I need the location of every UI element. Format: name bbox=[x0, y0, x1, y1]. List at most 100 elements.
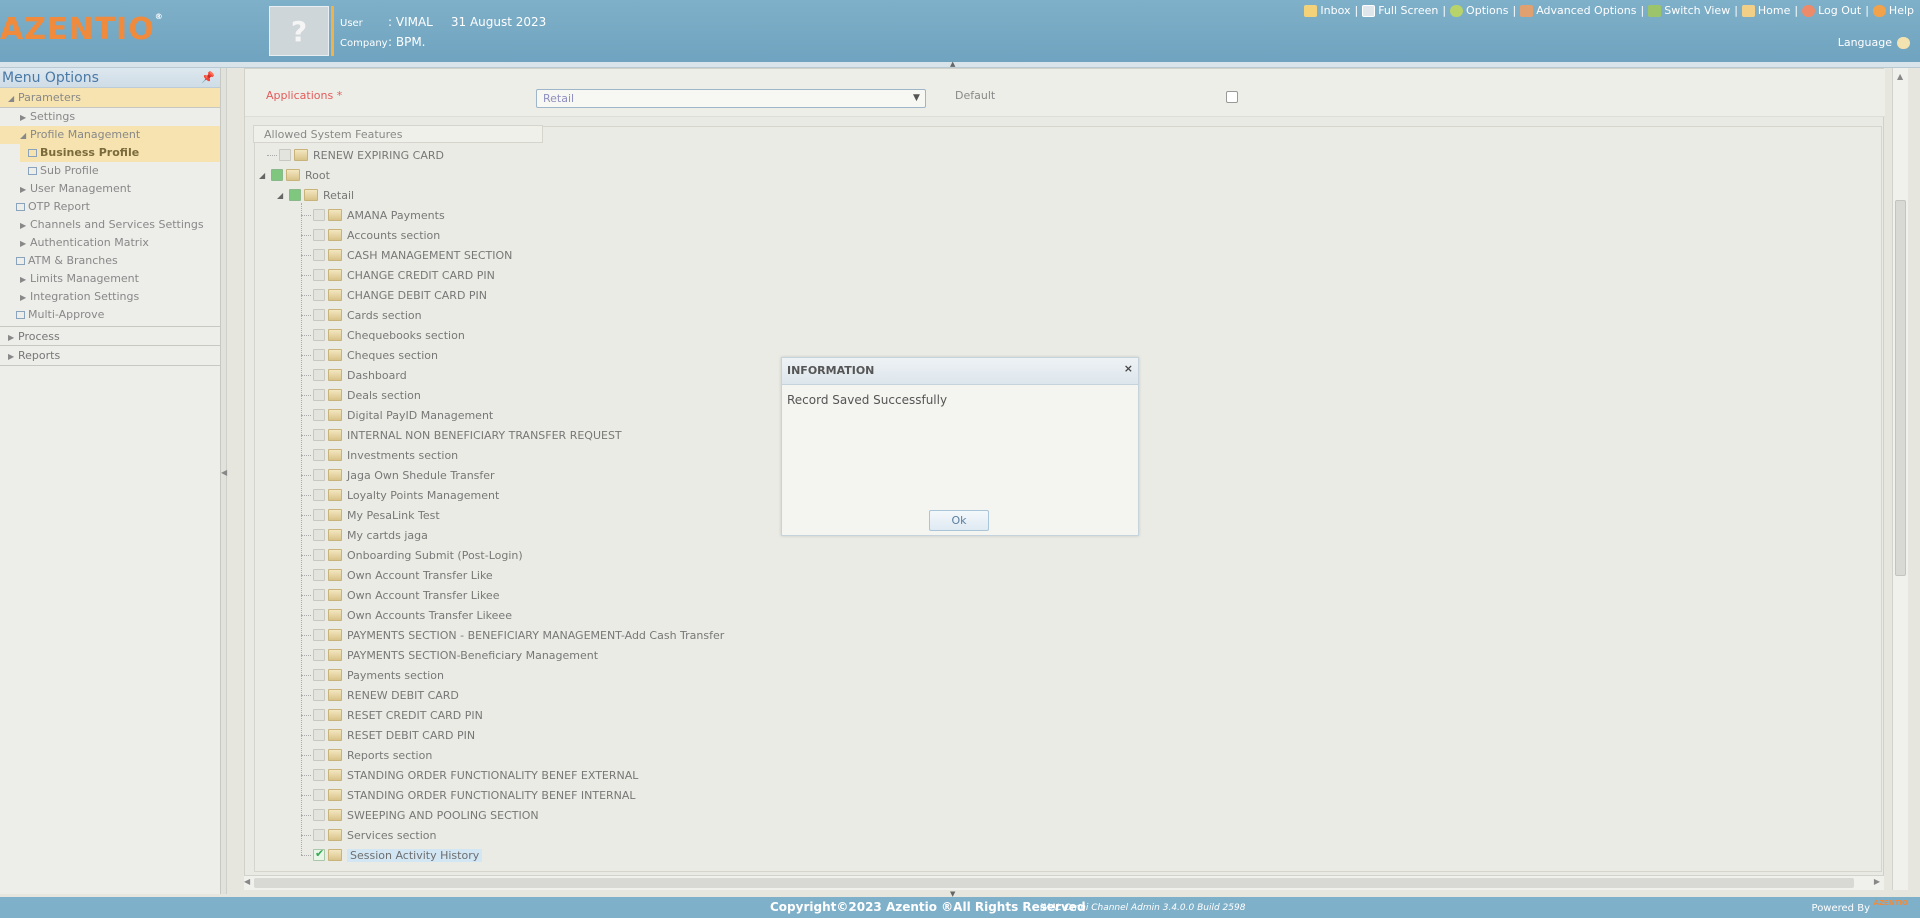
tree-node-feature[interactable]: RESET CREDIT CARD PIN bbox=[301, 707, 483, 723]
tree-node-root[interactable]: ◢ Root bbox=[259, 167, 330, 183]
tree-checkbox[interactable] bbox=[313, 649, 325, 661]
ok-button[interactable]: Ok bbox=[929, 510, 989, 531]
tree-checkbox[interactable] bbox=[313, 689, 325, 701]
tree-node-feature[interactable]: Investments section bbox=[301, 447, 458, 463]
tree-checkbox[interactable] bbox=[313, 249, 325, 261]
tree-checkbox[interactable] bbox=[313, 589, 325, 601]
pin-icon[interactable]: 📌 bbox=[201, 68, 215, 88]
sidebar-resize-handle[interactable]: ◀ bbox=[221, 68, 227, 894]
tree-node-retail[interactable]: ◢ Retail bbox=[277, 187, 354, 203]
tree-checkbox[interactable] bbox=[313, 809, 325, 821]
tree-checkbox[interactable] bbox=[313, 309, 325, 321]
language-selector[interactable]: Language bbox=[1838, 36, 1910, 49]
tree-node-feature[interactable]: AMANA Payments bbox=[301, 207, 445, 223]
tree-node-renew-expiring-card[interactable]: RENEW EXPIRING CARD bbox=[267, 147, 444, 163]
sidebar-item-profile-management[interactable]: ◢ Profile Management bbox=[0, 126, 220, 144]
tree-node-feature[interactable]: Accounts section bbox=[301, 227, 440, 243]
tree-checkbox[interactable] bbox=[313, 369, 325, 381]
scroll-thumb[interactable] bbox=[1895, 200, 1906, 576]
tree-node-feature[interactable]: PAYMENTS SECTION-Beneficiary Management bbox=[301, 647, 598, 663]
vertical-scrollbar[interactable]: ▲ bbox=[1892, 68, 1908, 890]
sidebar-item-authentication-matrix[interactable]: ▶ Authentication Matrix bbox=[0, 234, 220, 252]
tree-node-feature[interactable]: Own Accounts Transfer Likeee bbox=[301, 607, 512, 623]
scroll-up-icon[interactable]: ▲ bbox=[1897, 72, 1903, 81]
tree-checkbox[interactable] bbox=[313, 829, 325, 841]
tree-node-feature[interactable]: INTERNAL NON BENEFICIARY TRANSFER REQUES… bbox=[301, 427, 622, 443]
tree-node-feature[interactable]: CASH MANAGEMENT SECTION bbox=[301, 247, 512, 263]
tree-checkbox[interactable] bbox=[313, 389, 325, 401]
tree-checkbox[interactable] bbox=[313, 489, 325, 501]
sidebar-item-multi-approve[interactable]: Multi-Approve bbox=[0, 306, 220, 324]
expand-toggle-icon[interactable]: ◢ bbox=[277, 191, 289, 200]
sidebar-item-settings[interactable]: ▶ Settings bbox=[0, 108, 220, 126]
tree-node-feature[interactable]: RENEW DEBIT CARD bbox=[301, 687, 459, 703]
tree-node-feature[interactable]: Cheques section bbox=[301, 347, 438, 363]
tree-checkbox[interactable] bbox=[313, 709, 325, 721]
tree-checkbox[interactable] bbox=[313, 289, 325, 301]
tree-node-feature[interactable]: STANDING ORDER FUNCTIONALITY BENEF EXTER… bbox=[301, 767, 638, 783]
tree-checkbox[interactable] bbox=[313, 609, 325, 621]
tree-checkbox[interactable] bbox=[279, 149, 291, 161]
tree-checkbox[interactable] bbox=[313, 429, 325, 441]
tree-node-feature[interactable]: Own Account Transfer Like bbox=[301, 567, 493, 583]
tree-checkbox[interactable] bbox=[313, 729, 325, 741]
nav-switch-view[interactable]: Switch View bbox=[1648, 4, 1730, 17]
tree-checkbox[interactable] bbox=[313, 529, 325, 541]
tree-node-feature[interactable]: Payments section bbox=[301, 667, 444, 683]
tree-checkbox[interactable] bbox=[313, 509, 325, 521]
nav-options[interactable]: Options bbox=[1450, 4, 1509, 17]
sidebar-item-sub-profile[interactable]: Sub Profile bbox=[0, 162, 220, 180]
tree-checkbox[interactable] bbox=[313, 629, 325, 641]
tree-checkbox[interactable] bbox=[313, 769, 325, 781]
tree-checkbox[interactable] bbox=[313, 569, 325, 581]
tree-checkbox-checked[interactable] bbox=[313, 847, 325, 861]
scroll-thumb[interactable] bbox=[254, 878, 1854, 888]
horizontal-scrollbar[interactable]: ◀ ▶ bbox=[244, 875, 1884, 890]
tree-node-feature[interactable]: My cartds jaga bbox=[301, 527, 428, 543]
tree-checkbox[interactable] bbox=[289, 189, 301, 201]
close-icon[interactable]: × bbox=[1124, 362, 1133, 375]
tree-checkbox[interactable] bbox=[313, 669, 325, 681]
sidebar-section-process[interactable]: ▶ Process bbox=[0, 326, 220, 346]
tree-node-feature[interactable]: My PesaLink Test bbox=[301, 507, 440, 523]
tree-node-feature[interactable]: PAYMENTS SECTION - BENEFICIARY MANAGEMEN… bbox=[301, 627, 724, 643]
tree-node-feature[interactable]: Onboarding Submit (Post-Login) bbox=[301, 547, 523, 563]
tree-node-feature[interactable]: SWEEPING AND POOLING SECTION bbox=[301, 807, 539, 823]
tree-node-feature[interactable]: Jaga Own Shedule Transfer bbox=[301, 467, 495, 483]
tree-checkbox[interactable] bbox=[313, 349, 325, 361]
nav-log-out[interactable]: Log Out bbox=[1802, 4, 1861, 17]
tree-node-feature[interactable]: Own Account Transfer Likee bbox=[301, 587, 499, 603]
tree-node-feature[interactable]: Reports section bbox=[301, 747, 432, 763]
tree-node-feature[interactable]: STANDING ORDER FUNCTIONALITY BENEF INTER… bbox=[301, 787, 636, 803]
nav-help[interactable]: Help bbox=[1872, 4, 1914, 17]
sidebar-item-user-management[interactable]: ▶ User Management bbox=[0, 180, 220, 198]
nav-inbox[interactable]: Inbox bbox=[1304, 4, 1350, 17]
tree-checkbox[interactable] bbox=[271, 169, 283, 181]
tree-checkbox[interactable] bbox=[313, 269, 325, 281]
applications-select[interactable]: Retail ▼ bbox=[536, 89, 926, 108]
tree-checkbox[interactable] bbox=[313, 749, 325, 761]
sidebar-item-otp-report[interactable]: OTP Report bbox=[0, 198, 220, 216]
expand-toggle-icon[interactable]: ◢ bbox=[259, 171, 271, 180]
tree-node-feature[interactable]: CHANGE DEBIT CARD PIN bbox=[301, 287, 487, 303]
tree-checkbox[interactable] bbox=[313, 789, 325, 801]
sidebar-item-limits-management[interactable]: ▶ Limits Management bbox=[0, 270, 220, 288]
tree-node-feature[interactable]: Chequebooks section bbox=[301, 327, 465, 343]
nav-home[interactable]: Home bbox=[1741, 4, 1790, 17]
sidebar-item-integration-settings[interactable]: ▶ Integration Settings bbox=[0, 288, 220, 306]
tree-node-feature[interactable]: Services section bbox=[301, 827, 437, 843]
sidebar-item-business-profile[interactable]: Business Profile bbox=[20, 144, 220, 162]
tree-checkbox[interactable] bbox=[313, 409, 325, 421]
sidebar-section-parameters[interactable]: ◢ Parameters bbox=[0, 88, 220, 108]
tree-node-feature[interactable]: Digital PayID Management bbox=[301, 407, 493, 423]
tree-node-feature[interactable]: CHANGE CREDIT CARD PIN bbox=[301, 267, 495, 283]
tree-node-feature[interactable]: RESET DEBIT CARD PIN bbox=[301, 727, 475, 743]
tree-node-feature[interactable]: Session Activity History bbox=[301, 847, 483, 863]
sidebar-section-reports[interactable]: ▶ Reports bbox=[0, 346, 220, 366]
tree-node-feature[interactable]: Cards section bbox=[301, 307, 422, 323]
scroll-left-icon[interactable]: ◀ bbox=[244, 877, 250, 886]
tree-checkbox[interactable] bbox=[313, 329, 325, 341]
default-checkbox[interactable] bbox=[1226, 91, 1238, 103]
tree-node-feature[interactable]: Loyalty Points Management bbox=[301, 487, 499, 503]
tree-node-feature[interactable]: Deals section bbox=[301, 387, 421, 403]
